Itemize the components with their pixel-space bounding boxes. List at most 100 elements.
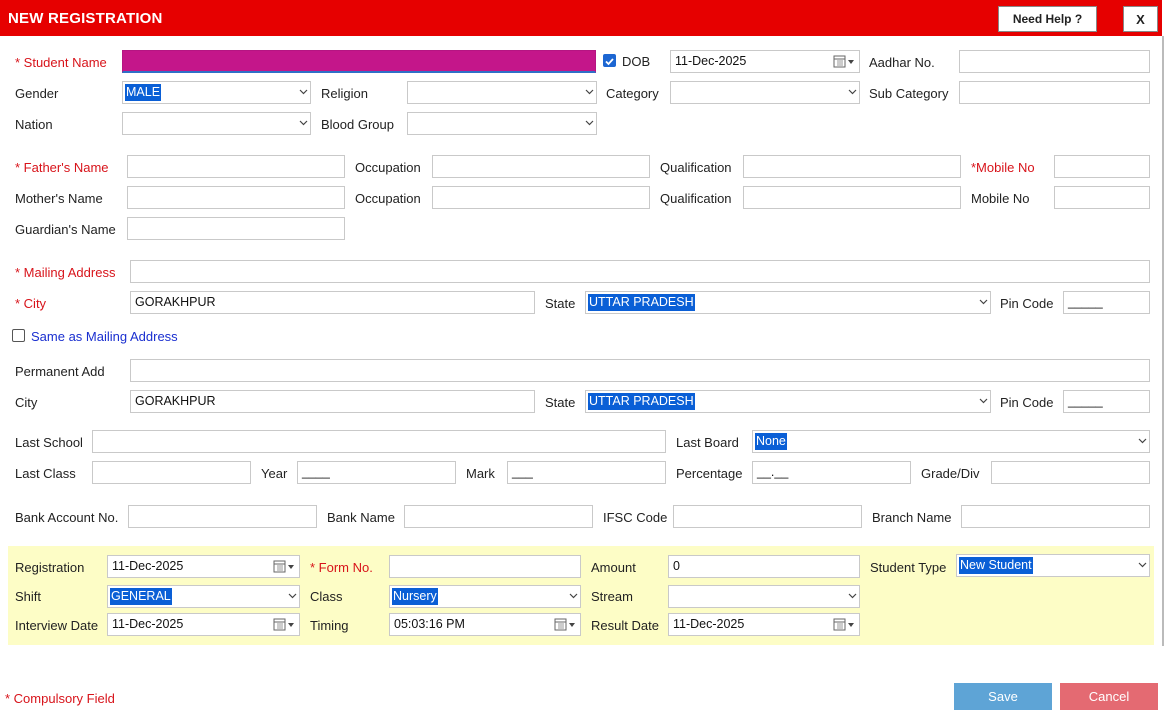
mother-qualification-label: Qualification <box>660 191 732 206</box>
dob-checkbox[interactable] <box>603 54 616 67</box>
interview-date-label: Interview Date <box>15 618 99 633</box>
last-class-input[interactable] <box>92 461 251 484</box>
bank-name-label: Bank Name <box>327 510 395 525</box>
need-help-button[interactable]: Need Help ? <box>998 6 1097 32</box>
blood-group-select[interactable] <box>407 112 597 135</box>
mailing-pin-input[interactable]: _____ <box>1063 291 1150 314</box>
grade-input[interactable] <box>991 461 1150 484</box>
percentage-label: Percentage <box>676 466 743 481</box>
aadhar-input[interactable] <box>959 50 1150 73</box>
gender-label: Gender <box>15 86 59 101</box>
timing-value: 05:03:16 PM <box>394 617 465 631</box>
mailing-city-input[interactable]: GORAKHPUR <box>130 291 535 314</box>
last-class-label: Last Class <box>15 466 76 481</box>
bank-name-input[interactable] <box>404 505 593 528</box>
mother-occupation-input[interactable] <box>432 186 650 209</box>
permanent-pin-input[interactable]: _____ <box>1063 390 1150 413</box>
class-select[interactable]: Nursery <box>389 585 581 608</box>
category-label: Category <box>606 86 659 101</box>
student-type-select[interactable]: New Student <box>956 554 1150 577</box>
interview-datepicker[interactable]: 11-Dec-2025 <box>107 613 300 636</box>
form-no-input[interactable] <box>389 555 581 578</box>
amount-label: Amount <box>591 560 636 575</box>
mother-name-label: Mother's Name <box>15 191 103 206</box>
year-input[interactable]: ____ <box>297 461 456 484</box>
calendar-icon[interactable] <box>273 618 295 632</box>
registration-datepicker[interactable]: 11-Dec-2025 <box>107 555 300 578</box>
calendar-icon[interactable] <box>833 55 855 69</box>
permanent-city-input[interactable]: GORAKHPUR <box>130 390 535 413</box>
mailing-state-label: State <box>545 296 576 311</box>
interview-value: 11-Dec-2025 <box>112 617 184 631</box>
mother-mobile-input[interactable] <box>1054 186 1150 209</box>
chevron-down-icon <box>979 299 988 306</box>
mother-mobile-label: Mobile No <box>971 191 1030 206</box>
same-as-mailing-checkbox[interactable] <box>12 329 25 342</box>
last-school-label: Last School <box>15 435 83 450</box>
branch-name-label: Branch Name <box>872 510 952 525</box>
permanent-address-label: Permanent Add <box>15 364 105 379</box>
student-name-input[interactable] <box>122 50 596 73</box>
father-name-input[interactable] <box>127 155 345 178</box>
window-border <box>1162 36 1164 646</box>
chevron-down-icon <box>979 398 988 405</box>
father-qualification-input[interactable] <box>743 155 961 178</box>
permanent-address-input[interactable] <box>130 359 1150 382</box>
father-occupation-input[interactable] <box>432 155 650 178</box>
last-board-select[interactable]: None <box>752 430 1150 453</box>
mother-qualification-input[interactable] <box>743 186 961 209</box>
form-no-label: * Form No. <box>310 560 373 575</box>
timing-label: Timing <box>310 618 349 633</box>
calendar-icon[interactable] <box>833 618 855 632</box>
dob-label: DOB <box>622 54 651 69</box>
guardian-name-input[interactable] <box>127 217 345 240</box>
guardian-name-label: Guardian's Name <box>15 222 116 237</box>
class-value: Nursery <box>392 588 438 605</box>
cancel-button[interactable]: Cancel <box>1060 683 1158 710</box>
sub-category-label: Sub Category <box>869 86 949 101</box>
chevron-down-icon <box>1138 562 1147 569</box>
father-qualification-label: Qualification <box>660 160 732 175</box>
permanent-state-select[interactable]: UTTAR PRADESH <box>585 390 991 413</box>
calendar-icon[interactable] <box>554 618 576 632</box>
nation-label: Nation <box>15 117 53 132</box>
religion-select[interactable] <box>407 81 597 104</box>
last-school-input[interactable] <box>92 430 666 453</box>
last-board-value: None <box>755 433 787 450</box>
save-button[interactable]: Save <box>954 683 1052 710</box>
result-datepicker[interactable]: 11-Dec-2025 <box>668 613 860 636</box>
shift-select[interactable]: GENERAL <box>107 585 300 608</box>
chevron-down-icon <box>569 593 578 600</box>
calendar-icon[interactable] <box>273 560 295 574</box>
category-select[interactable] <box>670 81 860 104</box>
branch-name-input[interactable] <box>961 505 1150 528</box>
shift-label: Shift <box>15 589 42 604</box>
aadhar-label: Aadhar No. <box>869 55 935 70</box>
bank-account-input[interactable] <box>128 505 317 528</box>
father-mobile-input[interactable] <box>1054 155 1150 178</box>
mailing-address-input[interactable] <box>130 260 1150 283</box>
chevron-down-icon <box>1138 438 1147 445</box>
mailing-state-select[interactable]: UTTAR PRADESH <box>585 291 991 314</box>
close-button[interactable]: X <box>1123 6 1158 32</box>
dob-datepicker[interactable]: 11-Dec-2025 <box>670 50 860 73</box>
chevron-down-icon <box>288 593 297 600</box>
stream-label: Stream <box>591 589 633 604</box>
student-type-value: New Student <box>959 557 1033 574</box>
sub-category-input[interactable] <box>959 81 1150 104</box>
amount-input[interactable]: 0 <box>668 555 860 578</box>
gender-value: MALE <box>125 84 162 101</box>
last-board-label: Last Board <box>676 435 739 450</box>
percentage-input[interactable]: __.__ <box>752 461 911 484</box>
permanent-pin-label: Pin Code <box>1000 395 1054 410</box>
timing-picker[interactable]: 05:03:16 PM <box>389 613 581 636</box>
ifsc-input[interactable] <box>673 505 862 528</box>
gender-select[interactable]: MALE <box>122 81 311 104</box>
student-name-label: * Student Name <box>15 55 107 70</box>
nation-select[interactable] <box>122 112 311 135</box>
same-as-mailing-label[interactable]: Same as Mailing Address <box>31 329 178 345</box>
stream-select[interactable] <box>668 585 860 608</box>
checkbox-checked-icon <box>605 58 614 66</box>
mark-input[interactable]: ___ <box>507 461 666 484</box>
mother-name-input[interactable] <box>127 186 345 209</box>
